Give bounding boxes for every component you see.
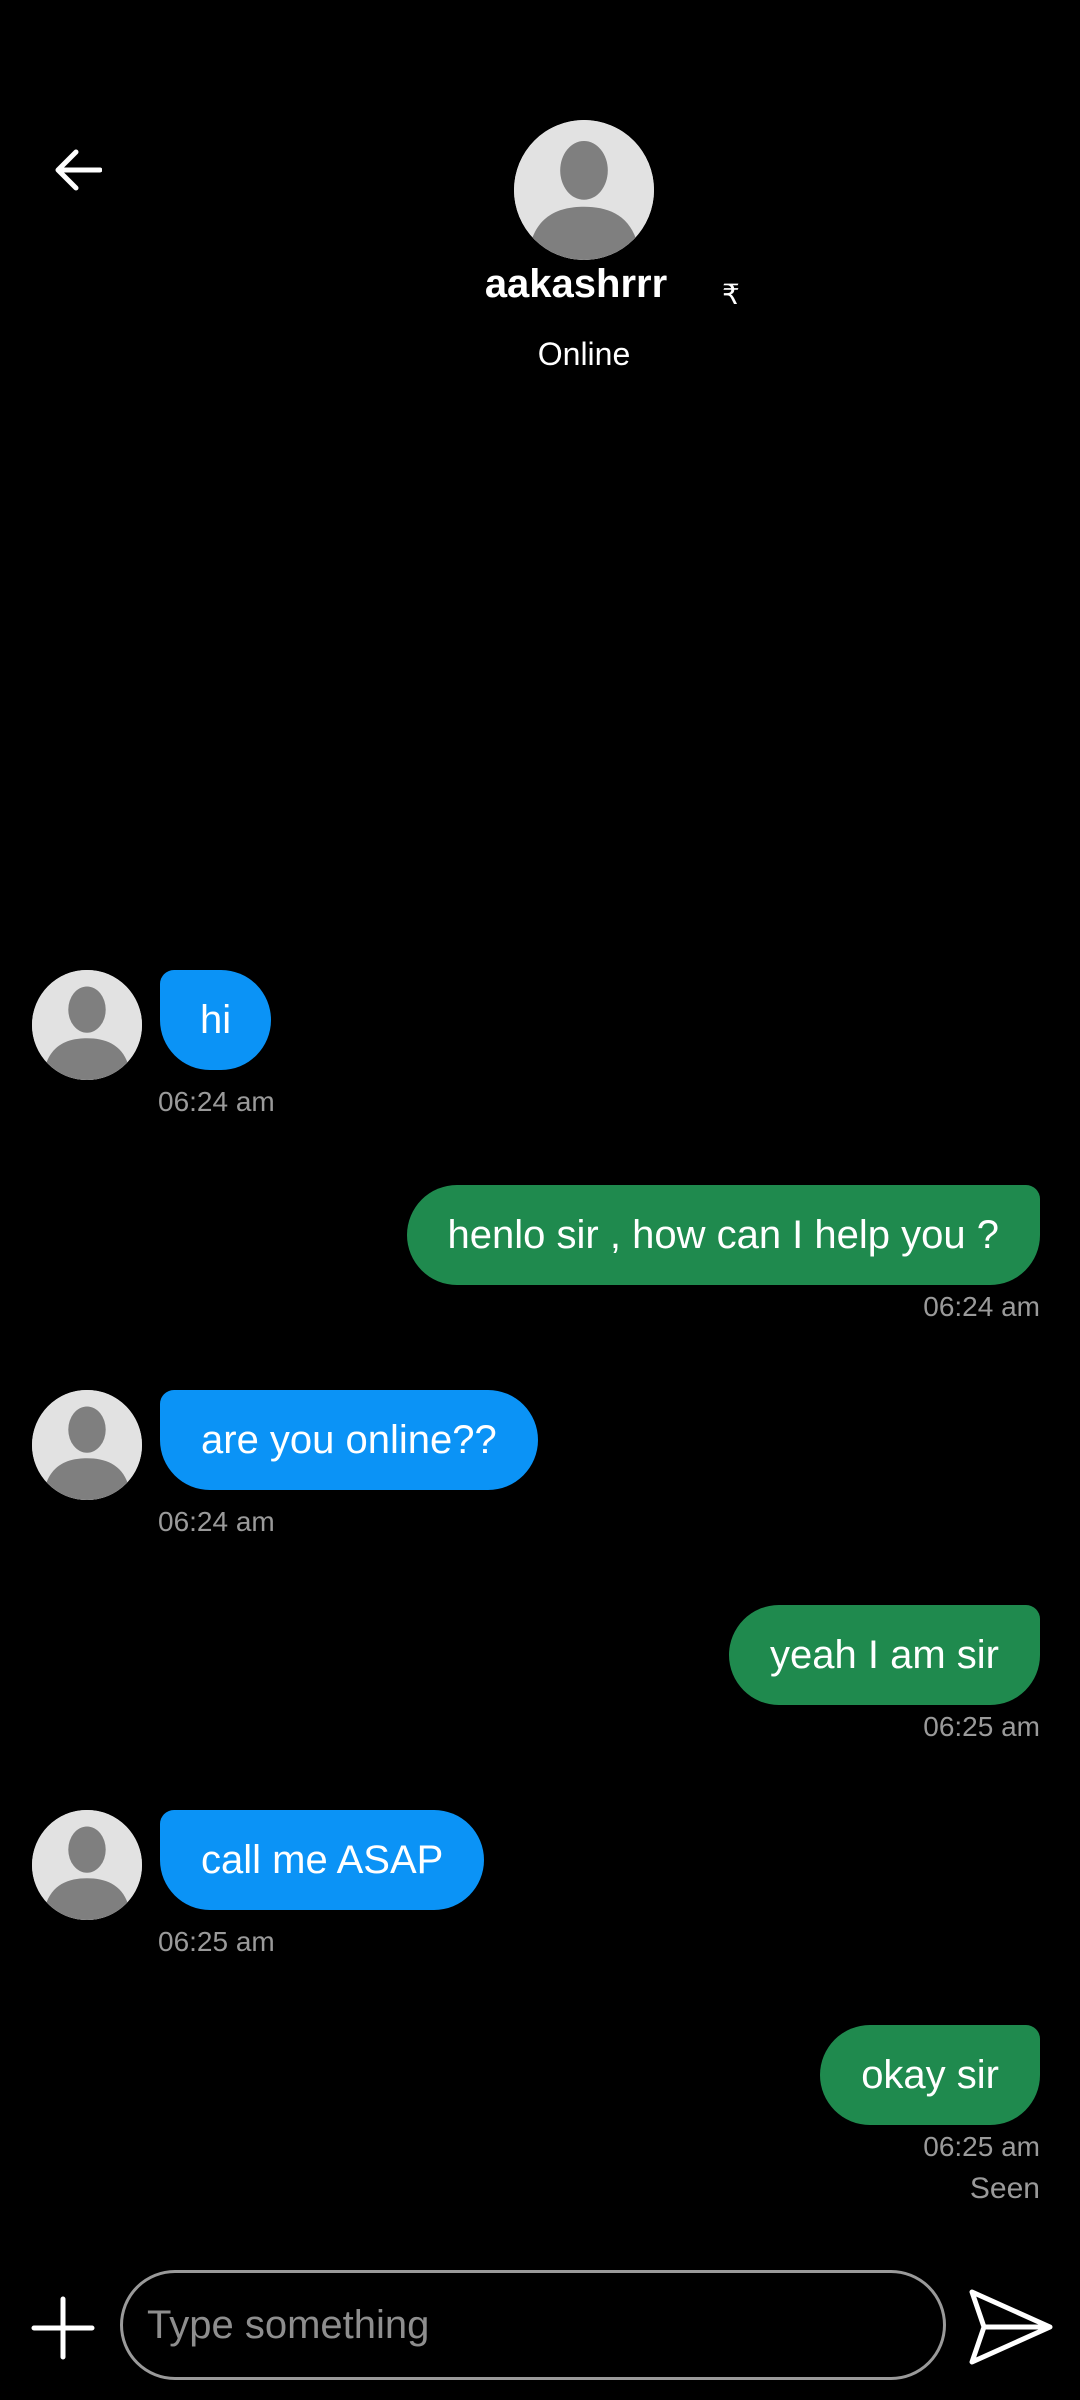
incoming-message-bubble[interactable]: call me ASAP xyxy=(160,1810,485,1910)
sender-avatar xyxy=(32,970,142,1080)
contact-avatar[interactable] xyxy=(514,120,654,260)
rupee-icon: ₹ xyxy=(722,279,740,310)
default-avatar-icon xyxy=(32,1390,142,1500)
message-timestamp: 06:25 am xyxy=(923,1711,1040,1742)
outgoing-message-bubble[interactable]: yeah I am sir xyxy=(729,1605,1040,1705)
message-timestamp: 06:25 am xyxy=(158,1926,275,1957)
send-icon xyxy=(969,2289,1053,2365)
outgoing-message-bubble[interactable]: henlo sir , how can I help you ? xyxy=(406,1185,1040,1285)
message-timestamp: 06:24 am xyxy=(158,1086,275,1117)
default-avatar-icon xyxy=(32,1810,142,1920)
arrow-left-icon xyxy=(55,149,102,191)
default-avatar-icon xyxy=(514,120,654,260)
default-avatar-icon xyxy=(32,970,142,1080)
message-timestamp: 06:25 am xyxy=(923,2131,1040,2162)
sender-avatar xyxy=(32,1810,142,1920)
outgoing-message-bubble[interactable]: okay sir xyxy=(820,2025,1040,2125)
message-timestamp: 06:24 am xyxy=(158,1506,275,1537)
message-timestamp: 06:24 am xyxy=(923,1291,1040,1322)
incoming-message-bubble[interactable]: are you online?? xyxy=(160,1390,538,1490)
message-input-container[interactable] xyxy=(120,2270,946,2380)
seen-status: Seen xyxy=(969,2172,1040,2205)
contact-name: aakashrrr xyxy=(484,262,668,306)
back-button[interactable] xyxy=(48,140,108,200)
sender-avatar xyxy=(32,1390,142,1500)
incoming-message-bubble[interactable]: hi xyxy=(160,970,272,1070)
online-status: Online xyxy=(537,336,631,372)
send-button[interactable] xyxy=(966,2282,1056,2372)
add-attachment-button[interactable] xyxy=(30,2295,96,2361)
plus-icon xyxy=(31,2296,95,2360)
message-input[interactable] xyxy=(123,2273,943,2377)
